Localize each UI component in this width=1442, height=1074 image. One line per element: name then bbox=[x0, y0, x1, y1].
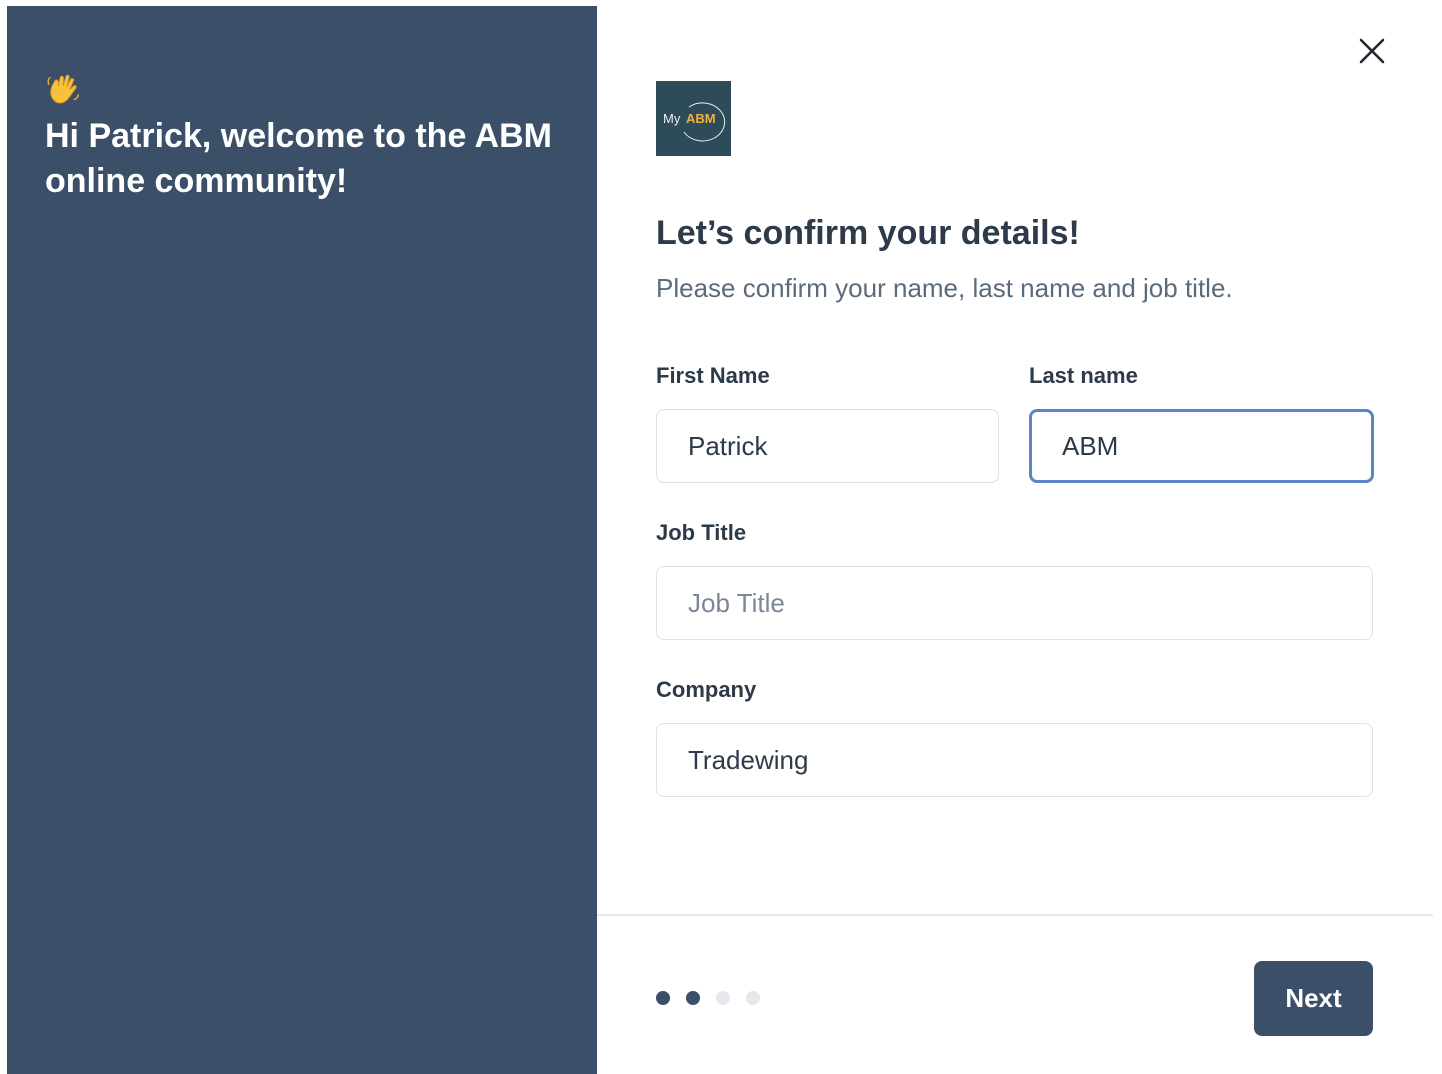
next-button[interactable]: Next bbox=[1254, 961, 1373, 1036]
welcome-panel: Hi Patrick, welcome to the ABM online co… bbox=[7, 6, 597, 1074]
page-subtitle: Please confirm your name, last name and … bbox=[656, 273, 1233, 303]
company-field[interactable] bbox=[656, 723, 1373, 797]
logo-brand: ABM bbox=[686, 111, 716, 126]
first-name-field[interactable] bbox=[656, 409, 999, 483]
first-name-label: First Name bbox=[656, 363, 770, 388]
welcome-message: Hi Patrick, welcome to the ABM online co… bbox=[45, 117, 552, 200]
last-name-field[interactable] bbox=[1029, 409, 1374, 483]
onboarding-modal: Hi Patrick, welcome to the ABM online co… bbox=[7, 6, 1433, 1074]
close-icon[interactable] bbox=[1357, 36, 1387, 66]
step-dot bbox=[746, 991, 760, 1005]
waving-hand-icon bbox=[47, 74, 80, 104]
company-label: Company bbox=[656, 677, 757, 702]
page-title: Let’s confirm your details! bbox=[656, 214, 1080, 252]
step-indicator bbox=[656, 991, 760, 1005]
job-title-label: Job Title bbox=[656, 520, 747, 545]
logo-mark: My ABM bbox=[663, 102, 726, 142]
details-panel: My ABM Let’s confirm your details! Pleas… bbox=[597, 6, 1433, 1074]
step-dot bbox=[686, 991, 700, 1005]
last-name-label: Last name bbox=[1029, 363, 1138, 388]
step-dot bbox=[716, 991, 730, 1005]
step-dot bbox=[656, 991, 670, 1005]
logo-prefix: My bbox=[663, 111, 681, 126]
job-title-field[interactable] bbox=[656, 566, 1373, 640]
myabm-logo: My ABM bbox=[656, 81, 731, 156]
footer-divider bbox=[597, 914, 1433, 916]
